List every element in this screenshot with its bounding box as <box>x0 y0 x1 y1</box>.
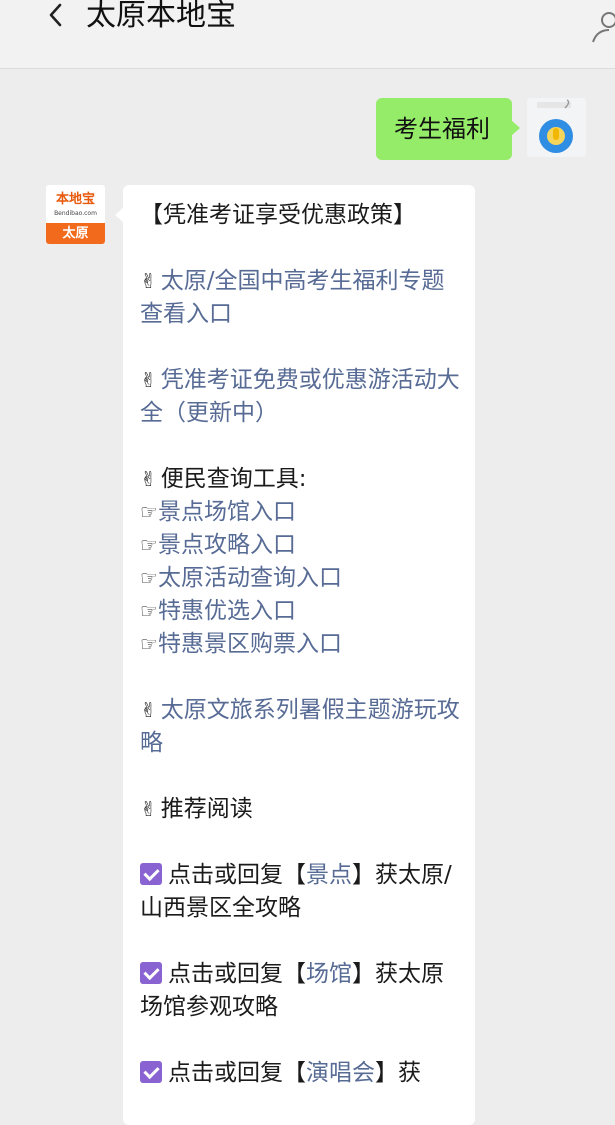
reply-keyword-venue[interactable]: 场馆 <box>306 961 352 987</box>
victory-hand-icon: ✌ <box>140 269 157 293</box>
tool-link-row: ☞太原活动查询入口 <box>140 562 462 595</box>
reply-keyword-scenic[interactable]: 景点 <box>306 862 352 888</box>
summer-guide-link[interactable]: 太原文旅系列暑假主题游玩攻略 <box>140 697 460 756</box>
reply-prefix: 点击或回复【 <box>168 1060 306 1086</box>
back-button[interactable] <box>40 0 74 34</box>
reply-prefix: 点击或回复【 <box>168 862 306 888</box>
tool-link-deals[interactable]: 特惠优选入口 <box>158 598 296 624</box>
tool-link-tickets[interactable]: 特惠景区购票入口 <box>158 631 342 657</box>
recommend-label: 推荐阅读 <box>160 796 253 822</box>
duck-avatar-icon <box>527 98 586 157</box>
reply-venue-item: 点击或回复【场馆】获太原场馆参观攻略 <box>140 958 462 1024</box>
tool-link-scenic-venues[interactable]: 景点场馆入口 <box>158 499 296 525</box>
free-activities-link[interactable]: 凭准考证免费或优惠游活动大全（更新中） <box>140 367 460 426</box>
reply-suffix: 】获 <box>375 1060 421 1086</box>
tool-link-row: ☞特惠景区购票入口 <box>140 628 462 661</box>
user-avatar[interactable] <box>527 98 586 157</box>
summer-guide-item: ✌ 太原文旅系列暑假主题游玩攻略 <box>140 694 462 760</box>
person-icon <box>592 12 615 43</box>
tool-link-events[interactable]: 太原活动查询入口 <box>158 565 342 591</box>
victory-hand-icon: ✌ <box>140 467 157 491</box>
tool-link-row: ☞景点攻略入口 <box>140 529 462 562</box>
user-message-text: 考生福利 <box>394 115 490 143</box>
bot-message-bubble: 【凭准考证享受优惠政策】 ✌ 太原/全国中高考生福利专题查看入口 ✌ 凭准考证免费或… <box>115 185 475 1125</box>
reply-scenic-item: 点击或回复【景点】获太原/山西景区全攻略 <box>140 859 462 925</box>
pointing-hand-icon: ☞ <box>140 632 158 656</box>
welfare-topic-item: ✌ 太原/全国中高考生福利专题查看入口 <box>140 265 462 331</box>
bot-avatar[interactable]: 本地宝 Bendibao.com 太原 <box>46 185 105 244</box>
pointing-hand-icon: ☞ <box>140 533 158 557</box>
tool-link-row: ☞景点场馆入口 <box>140 496 462 529</box>
reply-keyword-concert[interactable]: 演唱会 <box>306 1060 375 1086</box>
checkbox-icon <box>140 962 162 984</box>
free-activities-item: ✌ 凭准考证免费或优惠游活动大全（更新中） <box>140 364 462 430</box>
checkbox-icon <box>140 863 162 885</box>
heading-text: 【凭准考证享受优惠政策】 <box>140 202 416 228</box>
bendibao-logo: 本地宝 Bendibao.com <box>46 185 105 222</box>
tool-link-row: ☞特惠优选入口 <box>140 595 462 628</box>
victory-hand-icon: ✌ <box>140 368 157 392</box>
checkbox-icon <box>140 1061 162 1083</box>
victory-hand-icon: ✌ <box>140 698 157 722</box>
victory-hand-icon: ✌ <box>140 797 157 821</box>
logo-domain: Bendibao.com <box>54 210 97 217</box>
tools-label-row: ✌ 便民查询工具: <box>140 463 462 496</box>
reply-prefix: 点击或回复【 <box>168 961 306 987</box>
pointing-hand-icon: ☞ <box>140 599 158 623</box>
welfare-topic-link[interactable]: 太原/全国中高考生福利专题查看入口 <box>140 268 445 327</box>
pointing-hand-icon: ☞ <box>140 500 158 524</box>
top-bar: 太原本地宝 <box>0 0 615 69</box>
tools-label: 便民查询工具: <box>160 466 307 492</box>
recommend-label-row: ✌ 推荐阅读 <box>140 793 462 826</box>
bot-message-content: 【凭准考证享受优惠政策】 ✌ 太原/全国中高考生福利专题查看入口 ✌ 凭准考证免费或… <box>140 199 462 1090</box>
user-message-bubble: 考生福利 <box>376 98 520 160</box>
profile-button[interactable] <box>589 8 615 44</box>
page-title: 太原本地宝 <box>86 0 236 33</box>
chevron-left-icon <box>49 3 62 27</box>
tool-link-scenic-guide[interactable]: 景点攻略入口 <box>158 532 296 558</box>
logo-name: 本地宝 <box>55 192 95 207</box>
reply-concert-item: 点击或回复【演唱会】获 <box>140 1057 462 1090</box>
pointing-hand-icon: ☞ <box>140 566 158 590</box>
logo-city: 太原 <box>46 223 105 244</box>
